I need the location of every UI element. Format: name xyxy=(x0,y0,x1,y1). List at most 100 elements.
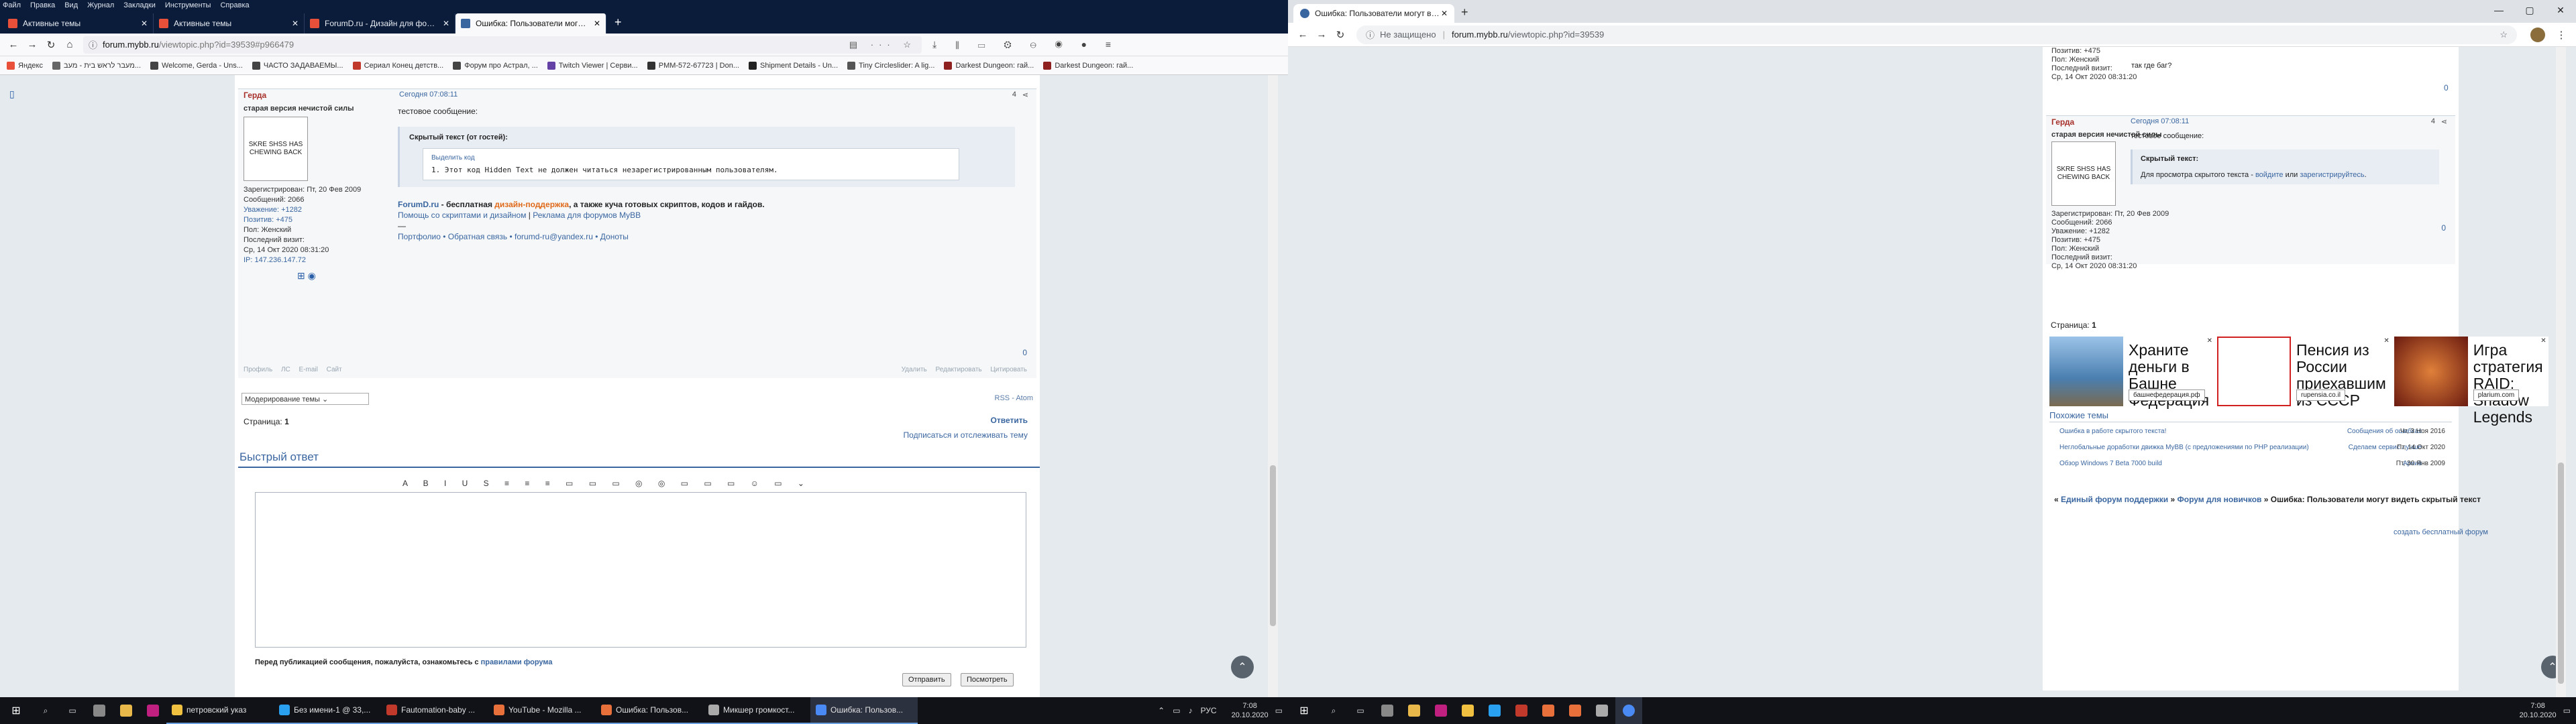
bookmark-item[interactable]: Форум про Астрал, ... xyxy=(453,61,538,70)
menu-history[interactable]: Журнал xyxy=(87,1,114,9)
forward-icon[interactable]: → xyxy=(23,36,42,54)
post-actions[interactable]: Удалить Редактировать Цитировать xyxy=(902,366,1027,373)
post-number[interactable]: 4 xyxy=(1012,90,1016,99)
ad-close-icon[interactable]: ✕ xyxy=(2383,337,2389,345)
post-rating[interactable]: 0 xyxy=(2441,223,2446,233)
preview-button[interactable]: Посмотреть xyxy=(961,673,1014,686)
windows-start-icon[interactable]: ⊞ xyxy=(1288,697,1320,724)
back-icon[interactable]: ← xyxy=(1293,26,1312,44)
clock[interactable]: 7:08 20.10.2020 xyxy=(1232,701,1269,720)
page-scrollbar[interactable] xyxy=(1268,75,1278,697)
menu-help[interactable]: Справка xyxy=(220,1,249,9)
taskbar-app[interactable]: Ошибка: Пользов... xyxy=(596,697,703,724)
post-profile-links[interactable]: Профиль ЛС E-mail Сайт xyxy=(244,366,342,373)
profile-avatar[interactable] xyxy=(2530,27,2545,42)
close-tab-icon[interactable]: ✕ xyxy=(1441,9,1448,18)
post-rating[interactable]: 0 xyxy=(1022,348,1027,357)
network-icon[interactable]: ▭ xyxy=(1173,706,1180,715)
browser-tab-active[interactable]: Ошибка: Пользователи могут ... ✕ xyxy=(455,13,606,34)
send-button[interactable]: Отправить xyxy=(902,673,951,686)
home-icon[interactable]: ⌂ xyxy=(60,36,79,54)
bookmark-item[interactable]: ЧАСТО ЗАДАВАЕМЫ... xyxy=(252,61,343,70)
forward-icon[interactable]: → xyxy=(1312,26,1331,44)
back-icon[interactable]: ← xyxy=(4,36,23,54)
app-icon[interactable] xyxy=(1508,697,1535,724)
post-number[interactable]: 4 xyxy=(2431,117,2435,125)
taskbar-app[interactable]: Микшер громкост... xyxy=(703,697,810,724)
bookmark-item[interactable]: Сериал Конец детств... xyxy=(352,61,443,70)
reload-icon[interactable]: ↻ xyxy=(42,36,60,54)
bookmark-item[interactable]: Welcome, Gerda - Uns... xyxy=(150,61,243,70)
bookmark-item[interactable]: מעבר לראש בית - מעב... xyxy=(52,61,141,70)
prev-post-rating[interactable]: 0 xyxy=(2444,83,2449,93)
minimize-icon[interactable]: — xyxy=(2483,0,2514,20)
select-code-link[interactable]: Выделить код xyxy=(431,154,951,162)
address-bar[interactable]: ⓘ forum.mybb.ru/viewtopic.php?id=39539#p… xyxy=(83,36,922,54)
reply-link[interactable]: Ответить xyxy=(991,416,1028,425)
browser-tab[interactable]: Активные темы ✕ xyxy=(154,13,305,34)
author-positive[interactable]: Позитив: +475 xyxy=(244,215,391,225)
task-view-icon[interactable]: ▭ xyxy=(1347,697,1374,724)
sig-help-link[interactable]: Помощь со скриптами и дизайном xyxy=(398,210,526,220)
close-tab-icon[interactable]: ✕ xyxy=(443,19,449,28)
taskbar-app[interactable]: Fautomation-baby ... xyxy=(381,697,488,724)
task-view-icon[interactable]: ▭ xyxy=(59,697,86,724)
taskbar-app[interactable]: YouTube - Mozilla ... xyxy=(488,697,596,724)
ad-cta-button[interactable]: plarium.com xyxy=(2473,389,2520,401)
app-icon[interactable] xyxy=(1454,697,1481,724)
close-tab-icon[interactable]: ✕ xyxy=(594,19,600,28)
tray-chevron-icon[interactable]: ⌃ xyxy=(1158,706,1165,715)
calculator-icon[interactable] xyxy=(1374,697,1401,724)
bookmark-item[interactable]: Darkest Dungeon: гай... xyxy=(1043,61,1133,70)
language-indicator[interactable]: РУС xyxy=(1201,706,1217,715)
app-icon[interactable] xyxy=(1428,697,1454,724)
scroll-top-icon[interactable]: ⌃ xyxy=(1231,656,1254,678)
ad-close-icon[interactable]: ✕ xyxy=(2540,337,2546,345)
register-link[interactable]: зарегистрируйтесь xyxy=(2300,171,2364,179)
post-time[interactable]: Сегодня 07:08:11 xyxy=(2131,117,2189,125)
page-actions-icon[interactable]: ▤ ··· ☆ xyxy=(849,40,916,50)
bookmark-item[interactable]: Darkest Dungeon: гай... xyxy=(944,61,1034,70)
close-tab-icon[interactable]: ✕ xyxy=(292,19,299,28)
ad-card[interactable]: Храните деньги в Башне Федерациябашнефед… xyxy=(2049,337,2215,409)
ad-card[interactable]: Пенсия из России приехавшим из СССРrupen… xyxy=(2217,337,2392,409)
sidebar-panel-icon[interactable]: ▯ xyxy=(9,88,19,105)
bookmark-item[interactable]: Яндекс xyxy=(7,61,43,70)
taskbar-app-active[interactable]: Ошибка: Пользов... xyxy=(810,697,918,724)
sig-design-link[interactable]: дизайн-поддержка xyxy=(494,200,569,209)
not-secure-icon[interactable]: ⓘ xyxy=(1366,28,1375,41)
notifications-icon[interactable]: ▭ xyxy=(1275,706,1283,715)
volume-icon[interactable]: ♪ xyxy=(1189,706,1193,715)
bookmark-star-icon[interactable]: ☆ xyxy=(2500,29,2508,40)
page-number[interactable]: 1 xyxy=(284,417,289,426)
app-icon[interactable] xyxy=(140,697,166,724)
message-textarea[interactable] xyxy=(255,492,1026,648)
breadcrumb-section-link[interactable]: Форум для новичков xyxy=(2178,495,2262,504)
bookmark-item[interactable]: Shipment Details - Un... xyxy=(748,61,838,70)
author-ip[interactable]: IP: 147.236.147.72 xyxy=(244,255,391,265)
taskbar-app[interactable]: петровский указ xyxy=(166,697,274,724)
bookmark-item[interactable]: Tiny Circleslider: A lig... xyxy=(847,61,934,70)
site-info-icon[interactable]: ⓘ xyxy=(89,38,97,51)
sig-brand-link[interactable]: ForumD.ru xyxy=(398,200,439,209)
login-link[interactable]: войдите xyxy=(2255,171,2284,179)
close-tab-icon[interactable]: ✕ xyxy=(141,19,148,28)
close-window-icon[interactable]: ✕ xyxy=(2545,0,2576,20)
search-icon[interactable]: ⌕ xyxy=(32,697,59,724)
chrome-icon[interactable] xyxy=(1615,697,1642,724)
breadcrumb-forum-link[interactable]: Единый форум поддержки xyxy=(2061,495,2168,504)
folder-icon[interactable] xyxy=(1401,697,1428,724)
similar-topic-row[interactable]: Неглобальные доработки движка MyBB (с пр… xyxy=(2059,444,2445,453)
sig-ads-link[interactable]: Реклама для форумов MyBB xyxy=(533,210,641,220)
ad-card[interactable]: Игра стратегия RAID: Shadow Legendsplari… xyxy=(2394,337,2548,426)
search-icon[interactable]: ⌕ xyxy=(1320,697,1347,724)
topic-title[interactable]: Обзор Windows 7 Beta 7000 build xyxy=(2059,460,2162,467)
scrollbar-thumb[interactable] xyxy=(1270,465,1276,626)
page-number[interactable]: 1 xyxy=(2092,320,2096,330)
create-forum-link[interactable]: создать бесплатный форум xyxy=(2394,528,2488,536)
similar-topic-row[interactable]: Ошибка в работе скрытого текста! Сообщени… xyxy=(2059,428,2445,437)
author-respect[interactable]: Уважение: +1282 xyxy=(244,205,391,215)
moderation-select[interactable]: Модерирование темы ⌄ xyxy=(241,393,369,405)
post-author[interactable]: Герда xyxy=(244,90,266,100)
firefox-icon[interactable] xyxy=(1562,697,1589,724)
